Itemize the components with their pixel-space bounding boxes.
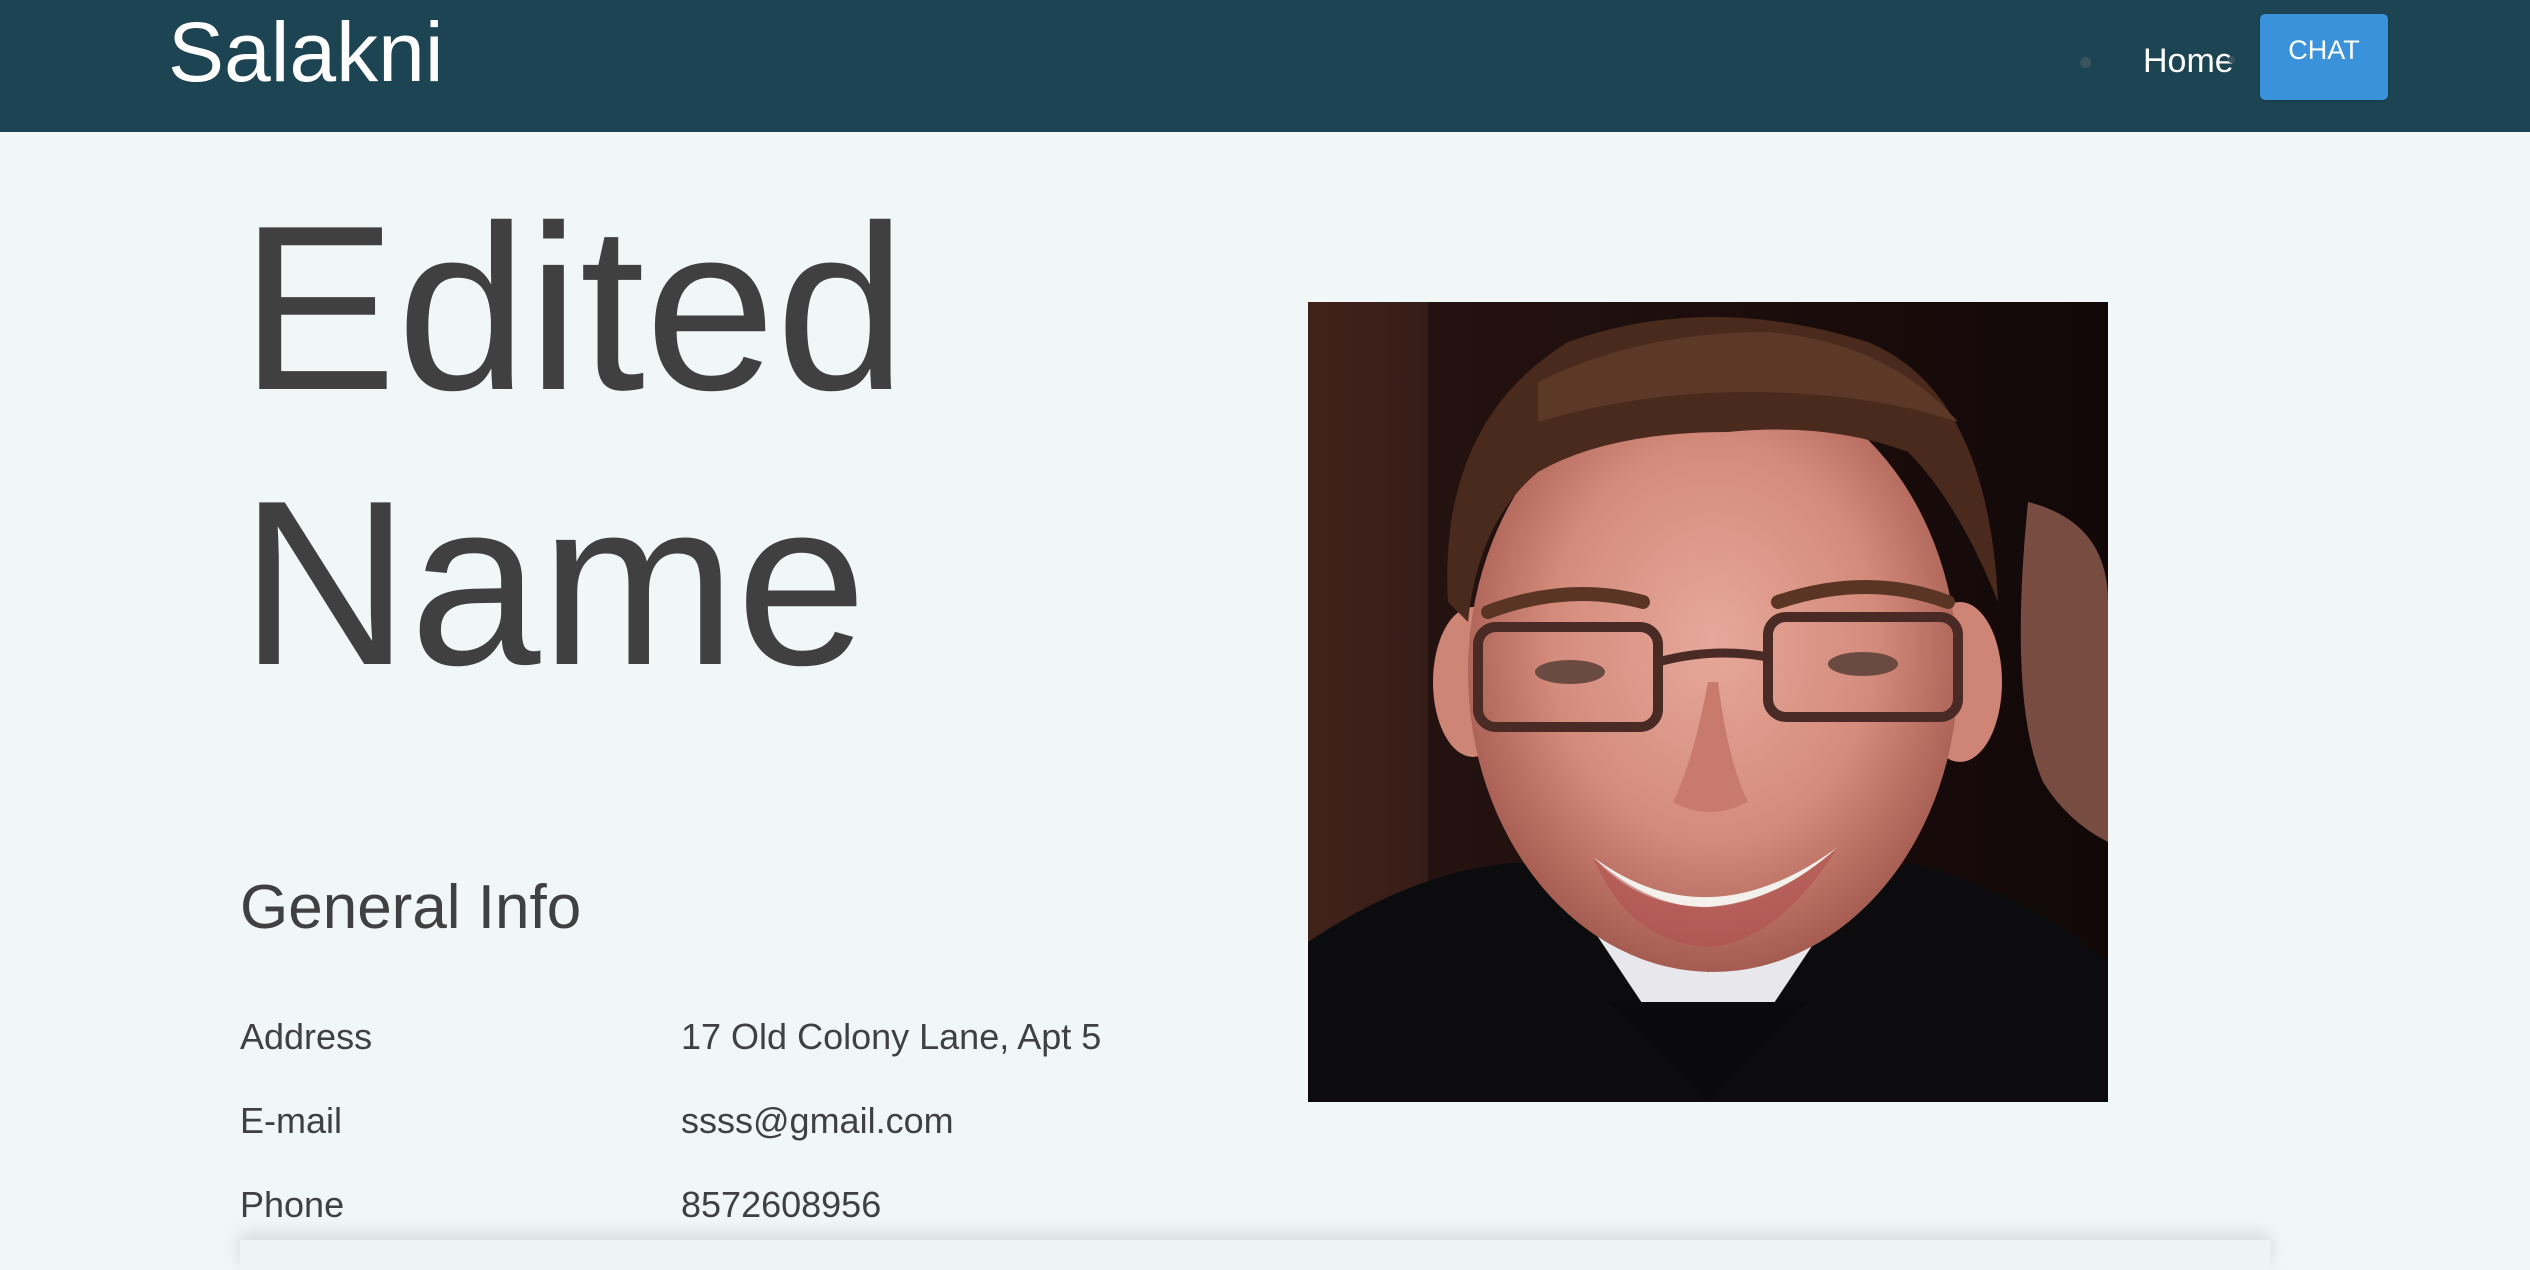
- profile-name-title: Edited Name: [240, 176, 907, 714]
- email-label: E-mail: [240, 1100, 343, 1141]
- nav-bullet-icon: [2228, 56, 2235, 63]
- chat-button[interactable]: CHAT: [2260, 14, 2388, 100]
- brand-logo-text[interactable]: Salakni: [168, 10, 444, 94]
- nav-bullet-icon: [2080, 57, 2091, 68]
- profile-photo: [1308, 302, 2108, 1102]
- phone-value: 8572608956: [681, 1184, 882, 1225]
- general-info-heading: General Info: [240, 873, 582, 942]
- nav-home-link[interactable]: Home: [2143, 42, 2234, 81]
- address-value: 17 Old Colony Lane, Apt 5: [681, 1016, 1102, 1057]
- info-row-email: E-mail ssss@gmail.com: [240, 1100, 1240, 1150]
- info-row-address: Address 17 Old Colony Lane, Apt 5: [240, 1016, 1240, 1066]
- top-navbar: Salakni Home CHAT: [0, 0, 2530, 132]
- content-card-edge: [240, 1240, 2270, 1270]
- phone-label: Phone: [240, 1184, 345, 1225]
- email-value: ssss@gmail.com: [681, 1100, 954, 1141]
- address-label: Address: [240, 1016, 373, 1057]
- info-row-phone: Phone 8572608956: [240, 1184, 1240, 1234]
